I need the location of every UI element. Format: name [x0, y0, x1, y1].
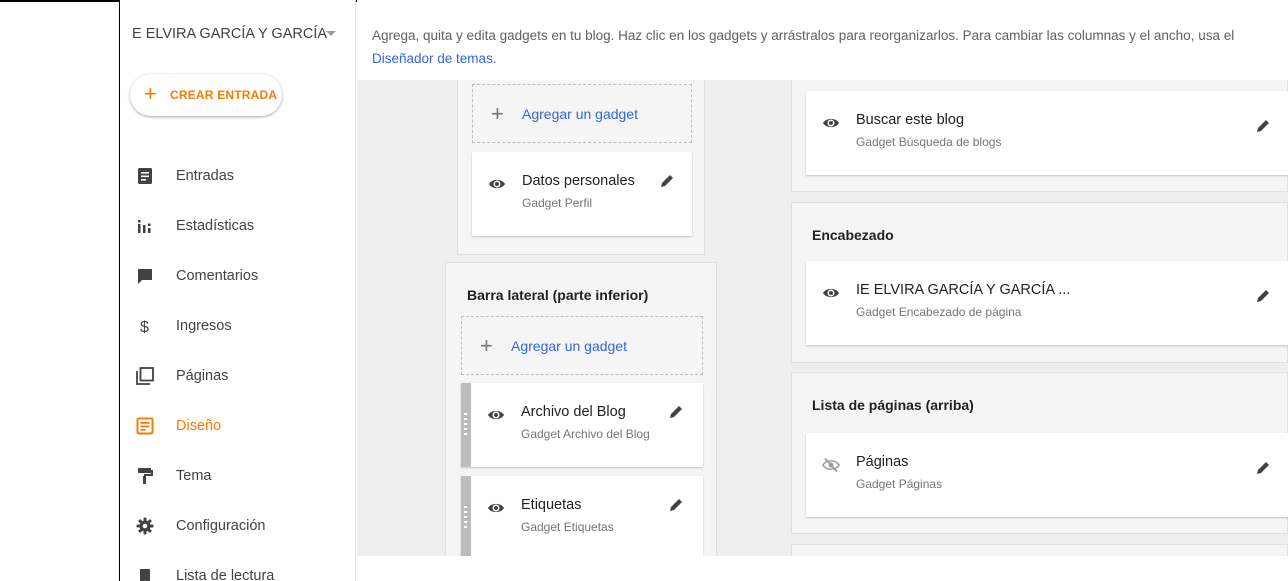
intro-banner: Agrega, quita y edita gadgets en tu blog…: [357, 0, 1288, 80]
gadget-type: Gadget Etiquetas: [521, 520, 614, 534]
sidebar-top-section: + Agregar un gadget Datos personales Gad…: [457, 80, 705, 255]
eye-off-icon[interactable]: [822, 456, 840, 474]
sidebar-item-paginas[interactable]: Páginas: [120, 357, 356, 397]
sidebar-item-label: Páginas: [176, 368, 229, 384]
sidebar-item-label: Configuración: [176, 518, 266, 534]
theme-roller-icon: [138, 468, 153, 484]
gadget-card[interactable]: Buscar este blog Gadget Búsqueda de blog…: [806, 91, 1288, 175]
plus-icon: +: [480, 333, 493, 358]
plus-icon: +: [491, 101, 504, 126]
gadget-type: Gadget Búsqueda de blogs: [856, 135, 1002, 149]
add-gadget-label: Agregar un gadget: [522, 106, 638, 122]
gadget-type: Gadget Archivo del Blog: [521, 427, 650, 441]
plus-icon: +: [144, 81, 157, 106]
comments-icon: [138, 269, 152, 284]
sidebar-item-label: Estadísticas: [176, 218, 255, 234]
create-post-label: CREAR ENTRADA: [170, 88, 278, 102]
header-section: Encabezado IE ELVIRA GARCÍA Y GARCÍA ...…: [791, 202, 1288, 363]
sidebar-item-comentarios[interactable]: Comentarios: [120, 257, 356, 297]
sidebar-item-tema[interactable]: Tema: [120, 457, 356, 497]
pages-list-section: Lista de páginas (arriba) Páginas Gadget…: [791, 372, 1288, 534]
sidebar-item-label: Tema: [176, 468, 212, 484]
intro-text: Agrega, quita y edita gadgets en tu blog…: [372, 24, 1282, 70]
layout-icon: [136, 417, 154, 435]
section-title: Barra lateral (parte inferior): [467, 287, 649, 303]
edit-pencil-icon[interactable]: [1254, 287, 1272, 305]
sidebar-item-ingresos[interactable]: $ Ingresos: [120, 307, 356, 347]
sidebar-item-estadisticas[interactable]: Estadísticas: [120, 207, 356, 247]
sidebar-item-label: Lista de lectura: [176, 568, 275, 581]
section-title: Encabezado: [812, 227, 894, 243]
eye-icon[interactable]: [822, 114, 840, 132]
gadget-type: Gadget Perfil: [522, 196, 593, 210]
eye-icon[interactable]: [487, 406, 505, 424]
bottom-bar: [357, 556, 1288, 581]
eye-icon[interactable]: [487, 499, 505, 517]
pages-icon: [136, 367, 154, 385]
edit-pencil-icon[interactable]: [1254, 117, 1272, 135]
sidebar-item-label: Comentarios: [176, 268, 259, 284]
sidebar-item-label: Ingresos: [176, 318, 232, 334]
sidebar-bottom-section: Barra lateral (parte inferior) + Agregar…: [445, 262, 717, 562]
posts-icon: [138, 168, 152, 184]
drag-handle-icon[interactable]: [464, 506, 467, 528]
gadget-card[interactable]: Etiquetas Gadget Etiquetas: [461, 476, 703, 560]
intro-description: Agrega, quita y edita gadgets en tu blog…: [372, 28, 1235, 43]
sidebar: E ELVIRA GARCÍA Y GARCÍA + CREAR ENTRADA…: [120, 0, 356, 581]
section-title: Lista de páginas (arriba): [812, 397, 974, 413]
svg-text:$: $: [140, 319, 149, 335]
edit-pencil-icon[interactable]: [1254, 459, 1272, 477]
gadget-type: Gadget Páginas: [856, 477, 943, 491]
add-gadget-button[interactable]: + Agregar un gadget: [472, 84, 692, 143]
dollar-icon: $: [140, 319, 149, 335]
sidebar-item-lista-de-lectura[interactable]: Lista de lectura: [120, 557, 356, 581]
gadget-card[interactable]: Datos personales Gadget Perfil: [472, 152, 692, 236]
gadget-title: Páginas: [856, 454, 909, 470]
drag-handle-icon[interactable]: [464, 413, 467, 435]
gadget-title: Archivo del Blog: [521, 404, 626, 420]
sidebar-item-configuracion[interactable]: Configuración: [120, 507, 356, 547]
gadget-title: Etiquetas: [521, 497, 582, 513]
gadget-card[interactable]: Archivo del Blog Gadget Archivo del Blog: [461, 383, 703, 467]
eye-icon[interactable]: [822, 284, 840, 302]
gadget-type: Gadget Encabezado de página: [856, 305, 1022, 319]
sidebar-item-entradas[interactable]: Entradas: [120, 157, 356, 197]
gadget-title: IE ELVIRA GARCÍA Y GARCÍA ...: [856, 282, 1071, 298]
blog-selector[interactable]: E ELVIRA GARCÍA Y GARCÍA: [132, 26, 327, 42]
layout-canvas: Agrega, quita y edita gadgets en tu blog…: [357, 0, 1288, 581]
gadget-card[interactable]: IE ELVIRA GARCÍA Y GARCÍA ... Gadget Enc…: [806, 261, 1288, 345]
eye-icon[interactable]: [488, 175, 506, 193]
add-gadget-button[interactable]: + Agregar un gadget: [461, 316, 703, 375]
reading-list-icon: [140, 569, 150, 581]
sidebar-item-label: Entradas: [176, 168, 235, 184]
edit-pencil-icon[interactable]: [667, 403, 685, 421]
gadget-card[interactable]: Páginas Gadget Páginas: [806, 433, 1288, 517]
edit-pencil-icon[interactable]: [667, 496, 685, 514]
create-post-button[interactable]: + CREAR ENTRADA: [130, 74, 282, 116]
main-top-section: Buscar este blog Gadget Búsqueda de blog…: [791, 80, 1288, 192]
theme-designer-link[interactable]: Diseñador de temas.: [372, 51, 497, 66]
sidebar-item-label: Diseño: [176, 418, 222, 434]
edit-pencil-icon[interactable]: [658, 172, 676, 190]
gear-icon: [136, 517, 154, 535]
gadget-title: Datos personales: [522, 173, 635, 189]
sidebar-item-diseno[interactable]: Diseño: [120, 407, 356, 447]
add-gadget-label: Agregar un gadget: [511, 338, 627, 354]
caret-down-icon[interactable]: [326, 31, 336, 36]
gadget-title: Buscar este blog: [856, 112, 965, 128]
stats-icon: [138, 220, 151, 233]
